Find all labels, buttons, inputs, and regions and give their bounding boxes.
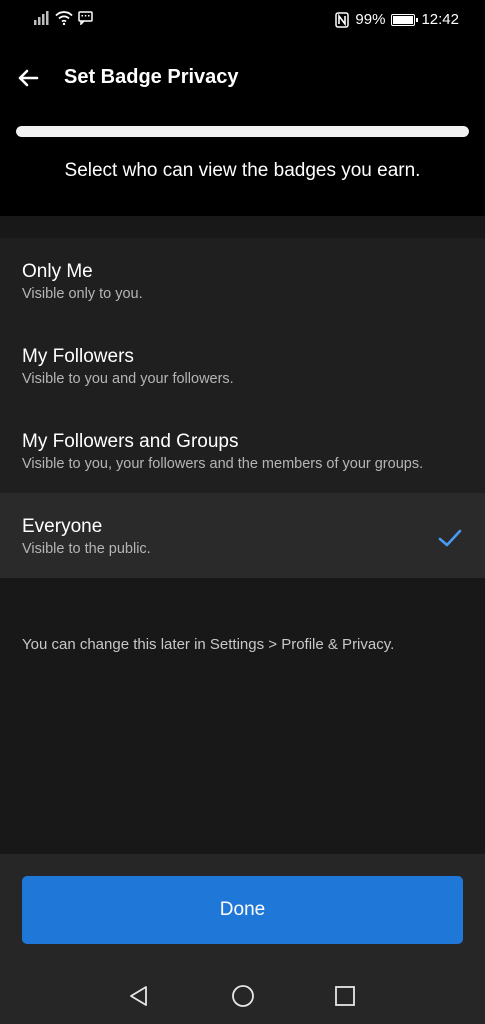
nav-recents-button[interactable] [331,982,359,1010]
check-icon [438,529,462,547]
nav-back-button[interactable] [125,982,153,1010]
option-everyone[interactable]: Everyone Visible to the public. [0,493,485,578]
message-icon [78,11,93,25]
option-title: My Followers and Groups [22,431,239,452]
settings-footnote: You can change this later in Settings > … [22,636,395,653]
status-left-icons [34,11,93,25]
option-title: Everyone [22,516,103,537]
option-followers-and-groups[interactable]: My Followers and Groups Visible to you, … [0,408,485,493]
page-subtitle: Select who can view the badges you earn. [64,160,421,181]
battery-icon [391,13,419,26]
battery-level [393,15,414,24]
option-title: My Followers [22,346,134,367]
wifi-icon [55,11,73,25]
option-description: Visible only to you. [22,286,143,302]
bottom-area: Done [0,854,485,1024]
progress-fill [16,126,469,137]
option-description: Visible to you, your followers and the m… [22,456,424,472]
page-title: Set Badge Privacy [64,66,239,88]
privacy-options-list: Only Me Visible only to you. My Follower… [0,238,485,578]
nfc-icon [335,11,350,28]
status-right-icons: 99% 12:42 [335,11,459,28]
home-circle-icon [232,985,254,1007]
system-nav-bar [0,964,485,1024]
signal-icon [34,11,49,25]
nav-home-button[interactable] [229,982,257,1010]
clock-time: 12:42 [421,11,459,28]
battery-percent: 99% [355,11,386,28]
option-my-followers[interactable]: My Followers Visible to you and your fol… [0,323,485,408]
option-only-me[interactable]: Only Me Visible only to you. [0,238,485,323]
status-bar: 99% 12:42 [0,0,485,40]
done-button[interactable]: Done [22,876,463,944]
progress-bar [16,126,469,137]
recents-square-icon [335,986,355,1006]
arrow-left-icon [18,69,39,87]
back-button[interactable] [10,60,46,96]
back-triangle-icon [130,986,147,1006]
option-description: Visible to the public. [22,541,151,557]
option-title: Only Me [22,261,93,282]
option-description: Visible to you and your followers. [22,371,234,387]
content-area: Only Me Visible only to you. My Follower… [0,216,485,854]
app-bar: Set Badge Privacy [0,40,485,118]
